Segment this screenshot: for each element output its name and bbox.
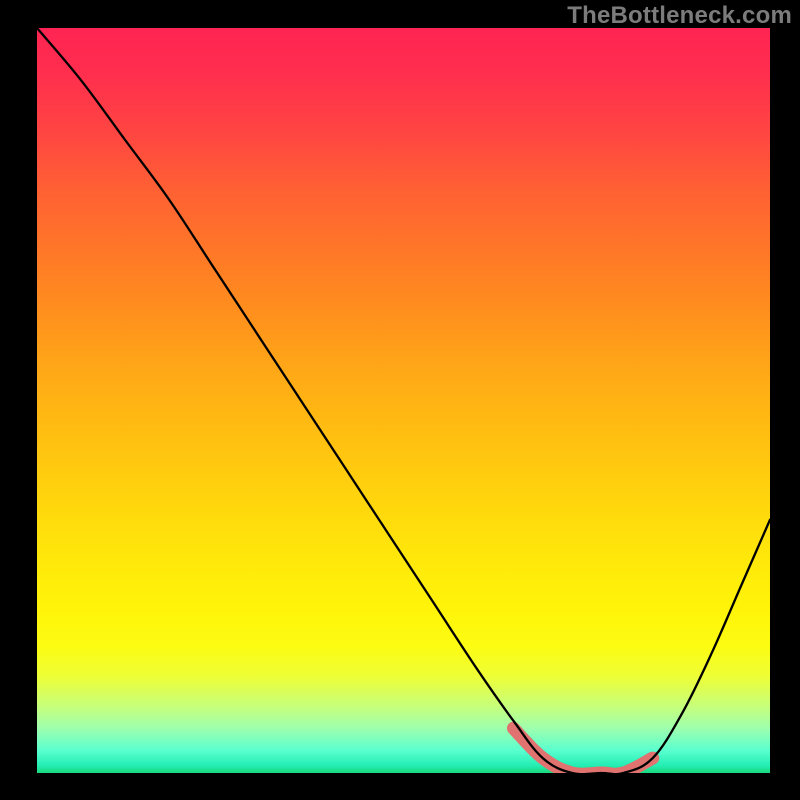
curve-layer xyxy=(37,28,770,773)
plot-area xyxy=(37,28,770,773)
chart-container: TheBottleneck.com xyxy=(0,0,800,800)
watermark-text: TheBottleneck.com xyxy=(567,2,792,30)
bottleneck-curve-line xyxy=(37,28,770,773)
